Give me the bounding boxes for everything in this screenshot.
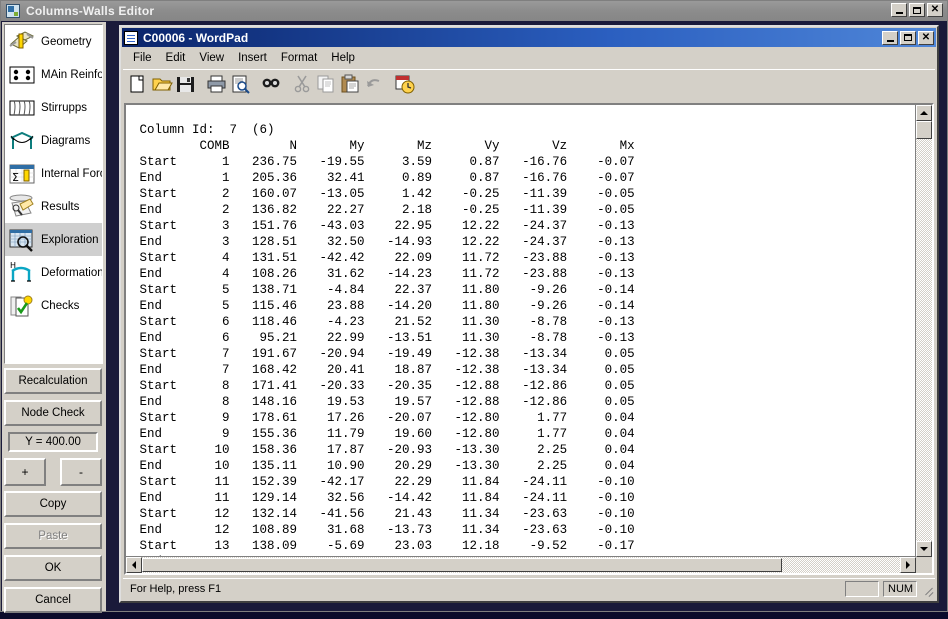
find-icon[interactable] (260, 73, 283, 95)
scroll-up-button[interactable] (916, 105, 932, 121)
vertical-scroll-thumb[interactable] (916, 121, 932, 139)
copy-icon (315, 73, 338, 95)
sidebar-item-label: Results (41, 200, 80, 213)
undo-icon (363, 73, 386, 95)
wordpad-close-button[interactable]: ✕ (918, 30, 934, 45)
app-close-button[interactable]: ✕ (927, 3, 943, 17)
internal-forces-icon: Σ (7, 160, 37, 188)
toolbar-separator (198, 73, 205, 95)
diagrams-icon (7, 127, 37, 155)
copy-button[interactable]: Copy (4, 491, 102, 517)
ok-button[interactable]: OK (4, 555, 102, 581)
horizontal-scroll-thumb[interactable] (142, 558, 782, 572)
sidebar-item-label: Exploration (41, 233, 99, 246)
app-title-bar: Columns-Walls Editor ✕ (1, 1, 947, 21)
increase-button[interactable]: + (4, 458, 46, 486)
main-reinforcement-icon (7, 61, 37, 89)
document-text: Column Id: 7 (6) COMB N My Mz Vy Vz Mx S… (139, 122, 635, 574)
wordpad-window: C00006 - WordPad ✕ File Edit View Insert… (119, 25, 939, 603)
node-check-button[interactable]: Node Check (4, 400, 102, 426)
sidebar-item-label: Stirrupps (41, 101, 88, 114)
menu-file[interactable]: File (126, 50, 159, 66)
sidebar-item-label: Geometry (41, 35, 92, 48)
app-window-controls: ✕ (891, 3, 943, 17)
menu-edit[interactable]: Edit (159, 50, 193, 66)
sidebar-item-results[interactable]: Results (5, 190, 102, 223)
wordpad-toolbar (123, 69, 935, 98)
sidebar-action-buttons: Recalculation Node Check Y = 400.00 + - … (4, 368, 103, 619)
document-area[interactable]: Column Id: 7 (6) COMB N My Mz Vy Vz Mx S… (124, 103, 934, 575)
scroll-right-button[interactable] (900, 557, 916, 573)
wordpad-maximize-button[interactable] (900, 30, 916, 45)
sidebar: Geometry MAin Reinfor Stirrupps Diagrams… (2, 22, 106, 613)
y-value-field[interactable]: Y = 400.00 (8, 432, 98, 452)
paste-icon[interactable] (339, 73, 362, 95)
wordpad-title: C00006 - WordPad (143, 30, 249, 45)
recalculation-button[interactable]: Recalculation (4, 368, 102, 394)
increment-row: + - (4, 458, 102, 486)
sidebar-item-label: Checks (41, 299, 80, 312)
checks-icon (7, 292, 37, 320)
application-window: Columns-Walls Editor ✕ Geometry MAin Rei… (0, 0, 948, 613)
sidebar-item-label: Deformations (41, 266, 102, 279)
sidebar-item-diagrams[interactable]: Diagrams (5, 124, 102, 157)
sidebar-item-stirrups[interactable]: Stirrupps (5, 91, 102, 124)
scroll-left-button[interactable] (126, 557, 142, 573)
menu-help[interactable]: Help (324, 50, 362, 66)
app-title: Columns-Walls Editor (26, 4, 155, 18)
status-help-text: For Help, press F1 (130, 583, 222, 595)
app-maximize-button[interactable] (909, 3, 925, 17)
menu-view[interactable]: View (192, 50, 231, 66)
stirrups-icon (7, 94, 37, 122)
sidebar-item-internal-forces[interactable]: Σ Internal Forc (5, 157, 102, 190)
date-time-icon[interactable] (394, 73, 417, 95)
app-minimize-button[interactable] (891, 3, 907, 17)
exploration-icon (7, 226, 37, 254)
menu-format[interactable]: Format (274, 50, 324, 66)
sidebar-item-deformations[interactable]: H Deformations (5, 256, 102, 289)
vertical-scrollbar[interactable] (915, 105, 932, 557)
open-icon[interactable] (150, 73, 173, 95)
results-icon (7, 193, 37, 221)
app-window-icon (6, 4, 20, 18)
sidebar-item-geometry[interactable]: Geometry (5, 25, 102, 58)
sidebar-nav-list: Geometry MAin Reinfor Stirrupps Diagrams… (4, 24, 103, 364)
save-icon[interactable] (174, 73, 197, 95)
wordpad-status-bar: For Help, press F1 NUM (123, 578, 935, 599)
new-icon[interactable] (126, 73, 149, 95)
cut-icon (291, 73, 314, 95)
sidebar-item-label: Internal Forc (41, 167, 102, 180)
geometry-icon (7, 28, 37, 56)
sidebar-item-checks[interactable]: Checks (5, 289, 102, 322)
toolbar-separator (284, 73, 291, 95)
sidebar-item-label: Diagrams (41, 134, 91, 147)
wordpad-document-icon (124, 30, 138, 45)
svg-text:Σ: Σ (12, 171, 19, 184)
wordpad-menu-bar: File Edit View Insert Format Help (121, 48, 937, 67)
cancel-button[interactable]: Cancel (4, 587, 102, 613)
print-preview-icon[interactable] (229, 73, 252, 95)
resize-grip[interactable] (921, 582, 935, 596)
horizontal-scrollbar[interactable] (126, 556, 916, 573)
scroll-down-button[interactable] (916, 541, 932, 557)
status-num-indicator: NUM (883, 581, 917, 597)
print-icon[interactable] (205, 73, 228, 95)
menu-insert[interactable]: Insert (231, 50, 274, 66)
status-caps-indicator (845, 581, 879, 597)
toolbar-separator (387, 73, 394, 95)
wordpad-title-bar: C00006 - WordPad ✕ (122, 28, 936, 47)
sidebar-item-label: MAin Reinfor (41, 68, 102, 81)
decrease-button[interactable]: - (60, 458, 102, 486)
wordpad-window-controls: ✕ (882, 30, 936, 45)
sidebar-item-main-reinforcement[interactable]: MAin Reinfor (5, 58, 102, 91)
paste-button: Paste (4, 523, 102, 549)
sidebar-item-exploration[interactable]: Exploration (5, 223, 102, 256)
wordpad-minimize-button[interactable] (882, 30, 898, 45)
toolbar-separator (253, 73, 260, 95)
deformations-icon: H (7, 259, 37, 287)
scrollbar-corner (916, 557, 932, 573)
